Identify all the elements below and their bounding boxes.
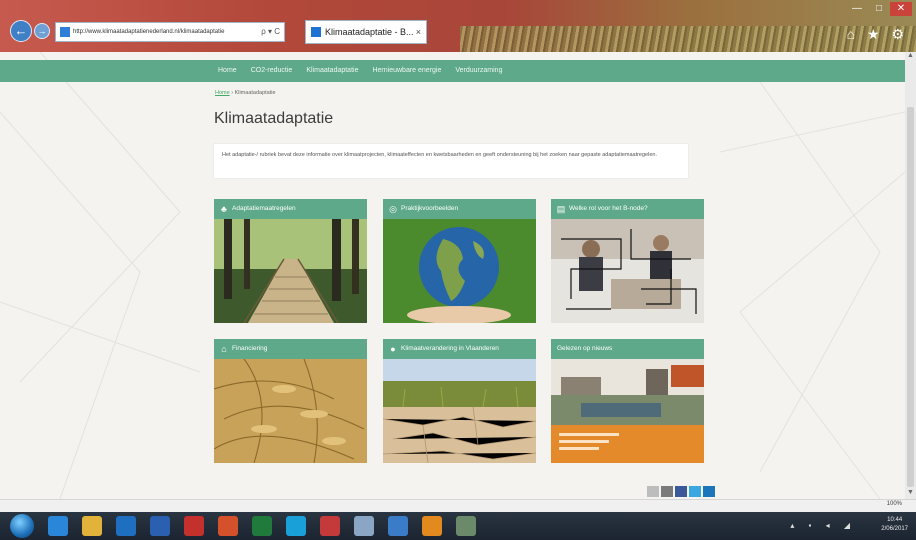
boardwalk-forest-image: [214, 219, 367, 323]
scrollbar-thumb[interactable]: [907, 107, 914, 487]
app4-taskbar-icon[interactable]: [456, 516, 476, 536]
page-viewport: Home CO2-reductie Klimaatadaptatie Herni…: [0, 52, 905, 499]
tile-header: ◎ Praktijkvoorbeelden: [383, 199, 536, 219]
tile-header: Gelezen op nieuws: [551, 339, 704, 359]
tile-label: Praktijkvoorbeelden: [401, 205, 459, 212]
powerpoint-taskbar-icon[interactable]: [218, 516, 238, 536]
tile-header: ▤ Welke rol voor het B-node?: [551, 199, 704, 219]
tile-klimaatverandering[interactable]: ● Klimaatverandering in Vlaanderen: [383, 339, 536, 463]
tile-gelezen-op-nieuws[interactable]: Gelezen op nieuws: [551, 339, 704, 463]
search-refresh-icon[interactable]: ρ ▾ C: [261, 23, 280, 41]
start-button[interactable]: [10, 514, 34, 538]
nav-item-verduurzaming[interactable]: Verduurzaming: [455, 60, 502, 82]
app-taskbar-icon[interactable]: [320, 516, 340, 536]
linkedin-icon[interactable]: [703, 486, 715, 497]
close-window-button[interactable]: ✕: [890, 2, 912, 16]
browser-tools-icons[interactable]: ⌂ ★ ⚙: [847, 26, 908, 43]
tree-icon: ♣: [221, 204, 227, 214]
tile-header: ⌂ Financiering: [214, 339, 367, 359]
nav-item-home[interactable]: Home: [218, 60, 237, 82]
taskbar: ▴ ▪ ◂ ◢ 10:44 2/06/2017: [0, 512, 916, 540]
close-tab-icon[interactable]: ×: [416, 21, 421, 43]
scroll-down-icon[interactable]: ▼: [905, 489, 916, 499]
tile-label: Gelezen op nieuws: [557, 345, 613, 352]
tab-title: Klimaatadaptatie - B...: [325, 27, 414, 37]
status-bar: 100%: [0, 499, 916, 513]
media-taskbar-icon[interactable]: [422, 516, 442, 536]
excel-taskbar-icon[interactable]: [252, 516, 272, 536]
ie-taskbar-icon[interactable]: [48, 516, 68, 536]
tile-praktijkvoorbeelden[interactable]: ◎ Praktijkvoorbeelden: [383, 199, 536, 323]
tab-favicon-icon: [311, 27, 321, 37]
browser-chrome: ← → http://www.klimaatadaptatienederland…: [0, 0, 916, 52]
print-icon[interactable]: [647, 486, 659, 497]
back-button[interactable]: ←: [10, 20, 32, 42]
nav-item-klimaatadaptatie[interactable]: Klimaatadaptatie: [306, 60, 358, 82]
globe-hands-image: [383, 219, 536, 323]
taskbar-clock[interactable]: 10:44 2/06/2017: [881, 516, 908, 534]
tile-label: Klimaatverandering in Vlaanderen: [401, 345, 499, 352]
tile-header: ● Klimaatverandering in Vlaanderen: [383, 339, 536, 359]
location-icon: ●: [390, 344, 396, 354]
tile-label: Financiering: [232, 345, 268, 352]
share-buttons: [647, 486, 715, 497]
clock-date: 2/06/2017: [881, 526, 908, 532]
site-favicon-icon: [60, 27, 70, 37]
skype-taskbar-icon[interactable]: [286, 516, 306, 536]
outlook-taskbar-icon[interactable]: [116, 516, 136, 536]
maximize-button[interactable]: □: [868, 2, 890, 16]
word-taskbar-icon[interactable]: [150, 516, 170, 536]
tile-adaptatiemaatregelen[interactable]: ♣ Adaptatiemaatregelen: [214, 199, 367, 323]
twitter-icon[interactable]: [689, 486, 701, 497]
app3-taskbar-icon[interactable]: [388, 516, 408, 536]
bank-icon: ⌂: [221, 344, 227, 354]
zoom-level[interactable]: 100%: [887, 501, 902, 507]
app2-taskbar-icon[interactable]: [354, 516, 374, 536]
intro-text: Het adaptatie-/ rubriek bevat deze infor…: [214, 144, 688, 178]
tile-label: Welke rol voor het B-node?: [569, 205, 648, 212]
clock-time: 10:44: [887, 517, 903, 523]
nav-item-energie[interactable]: Hernieuwbare energie: [372, 60, 441, 82]
system-tray-icons[interactable]: ▴ ▪ ◂ ◢: [790, 521, 856, 530]
document-icon: ▤: [556, 204, 566, 214]
tile-welke-rol[interactable]: ▤ Welke rol voor het B-node?: [551, 199, 704, 323]
breadcrumb-home-link[interactable]: Home: [215, 90, 230, 96]
address-text: http://www.klimaatadaptatienederland.nl/…: [73, 29, 225, 35]
globe-icon: ◎: [389, 204, 397, 214]
acrobat-taskbar-icon[interactable]: [184, 516, 204, 536]
wheat-field-image: [214, 359, 367, 463]
main-navigation: Home CO2-reductie Klimaatadaptatie Herni…: [0, 60, 905, 82]
breadcrumb-current: Klimaatadaptatie: [234, 90, 276, 96]
scroll-up-icon[interactable]: ▲: [905, 52, 916, 62]
news-city-image: [551, 359, 704, 463]
nav-item-co2[interactable]: CO2-reductie: [251, 60, 293, 82]
tab-klimaatadaptatie[interactable]: Klimaatadaptatie - B... ×: [305, 20, 427, 44]
tile-header: ♣ Adaptatiemaatregelen: [214, 199, 367, 219]
breadcrumb: Home › Klimaatadaptatie: [215, 90, 276, 96]
minimize-button[interactable]: —: [846, 2, 868, 16]
address-bar[interactable]: http://www.klimaatadaptatienederland.nl/…: [55, 22, 285, 42]
forward-button[interactable]: →: [34, 23, 50, 39]
page-title: Klimaatadaptatie: [214, 110, 334, 127]
meeting-people-image: [551, 219, 704, 323]
explorer-taskbar-icon[interactable]: [82, 516, 102, 536]
tile-financiering[interactable]: ⌂ Financiering: [214, 339, 367, 463]
tile-label: Adaptatiemaatregelen: [232, 205, 296, 212]
dry-field-image: [383, 359, 536, 463]
email-icon[interactable]: [661, 486, 673, 497]
facebook-icon[interactable]: [675, 486, 687, 497]
vertical-scrollbar[interactable]: ▲ ▼: [905, 52, 916, 499]
